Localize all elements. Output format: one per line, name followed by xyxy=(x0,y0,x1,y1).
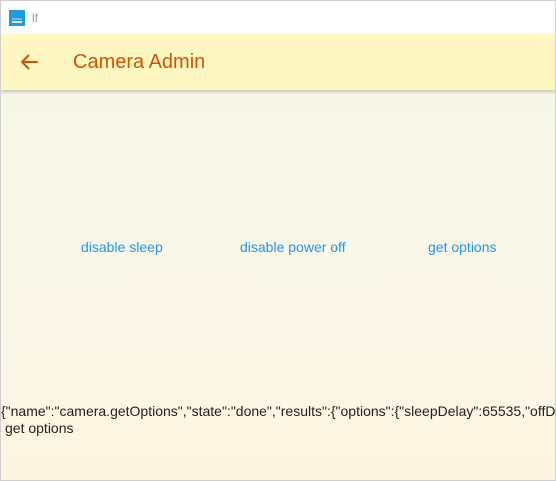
back-button[interactable] xyxy=(1,34,57,90)
output-area: {"name":"camera.getOptions","state":"don… xyxy=(1,403,556,443)
get-options-button[interactable]: get options xyxy=(428,234,497,260)
arrow-left-icon xyxy=(21,54,38,70)
last-command-text: get options xyxy=(5,420,74,436)
app-icon xyxy=(9,9,25,26)
disable-sleep-button[interactable]: disable sleep xyxy=(81,234,163,260)
disable-power-off-button[interactable]: disable power off xyxy=(240,234,346,260)
main-content: disable sleep disable power off get opti… xyxy=(1,90,556,480)
page-title: Camera Admin xyxy=(73,51,206,73)
app-window: lf Camera Admin disable sleep disable po… xyxy=(0,0,556,481)
action-row: disable sleep disable power off get opti… xyxy=(1,234,555,260)
app-bar: Camera Admin xyxy=(1,34,555,90)
result-text: {"name":"camera.getOptions","state":"don… xyxy=(1,403,556,419)
window-title-bar[interactable]: lf xyxy=(1,1,555,34)
window-title: lf xyxy=(32,10,38,25)
